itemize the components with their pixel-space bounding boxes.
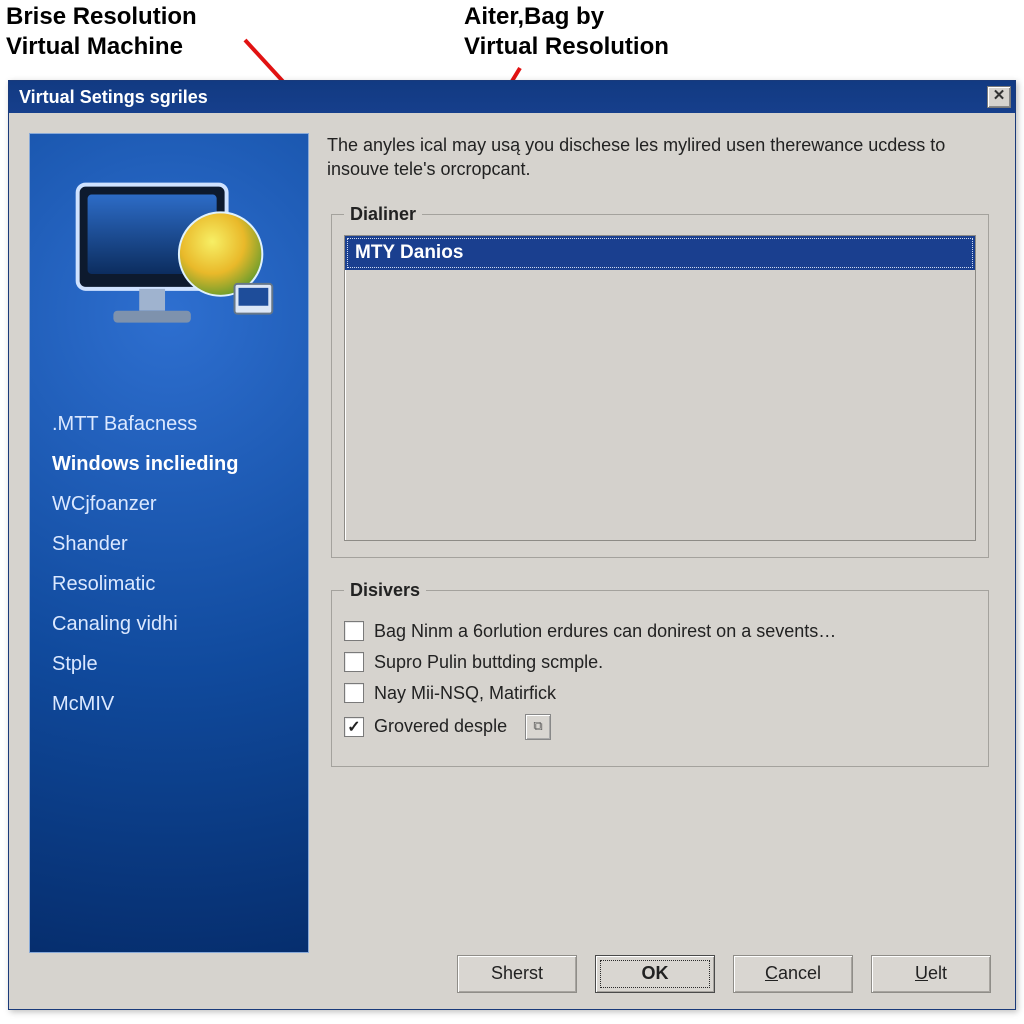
sidebar-item-3[interactable]: Shander — [52, 524, 308, 564]
titlebar[interactable]: Virtual Setings sgriles ✕ — [9, 81, 1015, 113]
annotation-right-line1: Aiter,Bag by — [464, 3, 604, 30]
dialog-title: Virtual Setings sgriles — [19, 87, 208, 108]
sidebar-item-1[interactable]: Windows inclieding — [52, 444, 308, 484]
ok-button-label: OK — [642, 963, 669, 983]
checkbox-label-2: Nay Mii-NSQ, Matirfick — [374, 683, 556, 704]
cancel-button[interactable]: Cancel — [733, 955, 853, 993]
checkbox-1[interactable] — [344, 652, 364, 672]
sidebar-item-6[interactable]: Stple — [52, 644, 308, 684]
checkbox-config-button-3[interactable]: ⧉ — [525, 714, 551, 740]
dialiner-listbox[interactable]: MTY Danios — [344, 235, 976, 541]
sidebar-item-4[interactable]: Resolimatic — [52, 564, 308, 604]
panel-description: The anyles ical may usą you dischese les… — [327, 133, 967, 182]
sidebar-item-label: Shander — [52, 533, 128, 555]
groupbox-dialiner: Dialiner MTY Danios — [331, 204, 989, 558]
sidebar: .MTT Bafacness Windows inclieding WCjfoanz… — [29, 133, 309, 953]
dialog-button-row: Sherst OK Cancel Uelt — [9, 955, 1015, 993]
settings-dialog: Virtual Setings sgriles ✕ — [8, 80, 1016, 1010]
annotation-left-line1: Brise Resolution — [6, 3, 197, 30]
listbox-item-0[interactable]: MTY Danios — [345, 236, 975, 270]
checkbox-label-0: Bag Ninm a 6orlution erdures can donires… — [374, 621, 836, 642]
sidebar-item-label: WCjfoanzer — [52, 493, 156, 515]
annotation-right-line2: Virtual Resolution — [464, 33, 669, 60]
sidebar-hero-image — [30, 134, 308, 404]
sidebar-nav: .MTT Bafacness Windows inclieding WCjfoanz… — [30, 404, 308, 724]
annotation-left-label: Brise Resolution Virtual Machine — [6, 2, 306, 62]
annotation-right-label: Aiter,Bag by Virtual Resolution — [464, 2, 784, 62]
annotation-left-line2: Virtual Machine — [6, 33, 183, 60]
close-button[interactable]: ✕ — [987, 86, 1011, 108]
checkbox-label-3: Grovered desple — [374, 716, 507, 737]
groupbox-dialiner-legend: Dialiner — [344, 204, 422, 225]
monitor-globe-icon — [30, 134, 308, 404]
groupbox-disivers-legend: Disivers — [344, 580, 426, 601]
uelt-rest: elt — [928, 963, 947, 983]
sidebar-item-7[interactable]: McMIV — [52, 684, 308, 724]
sidebar-item-5[interactable]: Canaling vidhi — [52, 604, 308, 644]
sidebar-item-label: Canaling vidhi — [52, 613, 178, 635]
disivers-checkbox-list: Bag Ninm a 6orlution erdures can donires… — [344, 621, 976, 740]
sidebar-item-0[interactable]: .MTT Bafacness — [52, 404, 308, 444]
checkbox-row-0: Bag Ninm a 6orlution erdures can donires… — [344, 621, 976, 642]
sidebar-item-2[interactable]: WCjfoanzer — [52, 484, 308, 524]
sidebar-item-label: .MTT Bafacness — [52, 413, 197, 435]
cancel-mnemonic: C — [765, 963, 778, 983]
ok-button[interactable]: OK — [595, 955, 715, 993]
checkbox-3[interactable]: ✓ — [344, 717, 364, 737]
sidebar-item-label: Windows inclieding — [52, 453, 238, 475]
sidebar-item-label: Stple — [52, 653, 98, 675]
checkbox-label-1: Supro Pulin buttding scmple. — [374, 652, 603, 673]
cancel-rest: ancel — [778, 963, 821, 983]
sidebar-item-label: McMIV — [52, 693, 114, 715]
close-icon: ✕ — [993, 87, 1006, 104]
sherst-button-label: Sherst — [491, 963, 543, 983]
groupbox-disivers: Disivers Bag Ninm a 6orlution erdures ca… — [331, 580, 989, 767]
dialog-client-area: .MTT Bafacness Windows inclieding WCjfoanz… — [9, 113, 1015, 1009]
uelt-button[interactable]: Uelt — [871, 955, 991, 993]
checkbox-row-2: Nay Mii-NSQ, Matirfick — [344, 683, 976, 704]
checkbox-0[interactable] — [344, 621, 364, 641]
uelt-mnemonic: U — [915, 963, 928, 983]
checkbox-2[interactable] — [344, 683, 364, 703]
listbox-item-label: MTY Danios — [355, 242, 463, 263]
checkbox-row-1: Supro Pulin buttding scmple. — [344, 652, 976, 673]
sidebar-item-label: Resolimatic — [52, 573, 155, 595]
checkbox-row-3: ✓ Grovered desple ⧉ — [344, 714, 976, 740]
main-panel: The anyles ical may usą you dischese les… — [327, 133, 995, 939]
sherst-button[interactable]: Sherst — [457, 955, 577, 993]
